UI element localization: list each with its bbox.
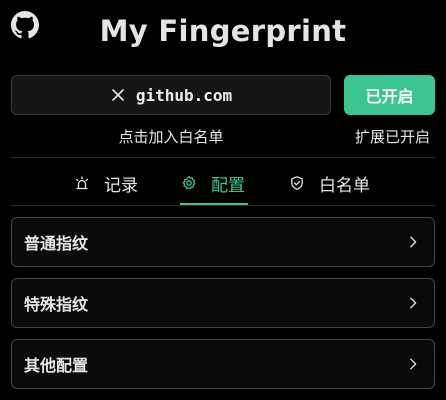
tab-config-label: 配置 xyxy=(211,175,245,196)
divider-top xyxy=(11,157,435,158)
domain-text: github.com xyxy=(135,85,233,105)
divider-tabs xyxy=(11,205,435,206)
alarm-icon xyxy=(75,176,89,190)
gear-icon xyxy=(182,175,196,190)
chevron-right-icon xyxy=(410,297,417,309)
current-domain-box: github.com xyxy=(11,75,331,115)
extension-toggle-button[interactable]: 已开启 xyxy=(344,75,435,115)
setting-row-label: 普通指纹 xyxy=(24,234,89,253)
shield-check-icon xyxy=(291,176,303,190)
tab-records-label: 记录 xyxy=(104,175,138,196)
setting-row-label: 特殊指纹 xyxy=(24,295,89,314)
tab-config[interactable]: 配置 xyxy=(181,160,245,206)
setting-row-normal-fingerprint[interactable]: 普通指纹 xyxy=(11,217,435,267)
setting-row-special-fingerprint[interactable]: 特殊指纹 xyxy=(11,278,435,328)
app-title: My Fingerprint xyxy=(99,14,347,48)
setting-row-other-config[interactable]: 其他配置 xyxy=(11,339,435,389)
tab-whitelist-label: 白名单 xyxy=(319,175,370,196)
chevron-right-icon xyxy=(410,236,417,248)
chevron-right-icon xyxy=(410,358,417,370)
close-icon[interactable] xyxy=(110,87,126,103)
tab-records[interactable]: 记录 xyxy=(74,160,138,206)
setting-row-label: 其他配置 xyxy=(24,356,89,375)
extension-status-text: 扩展已开启 xyxy=(354,128,430,146)
popup-root: My Fingerprint github.com 已开启 点击加入白名单 扩展… xyxy=(0,0,446,400)
tab-whitelist[interactable]: 白名单 xyxy=(289,160,370,206)
add-whitelist-link[interactable]: 点击加入白名单 xyxy=(11,126,331,147)
